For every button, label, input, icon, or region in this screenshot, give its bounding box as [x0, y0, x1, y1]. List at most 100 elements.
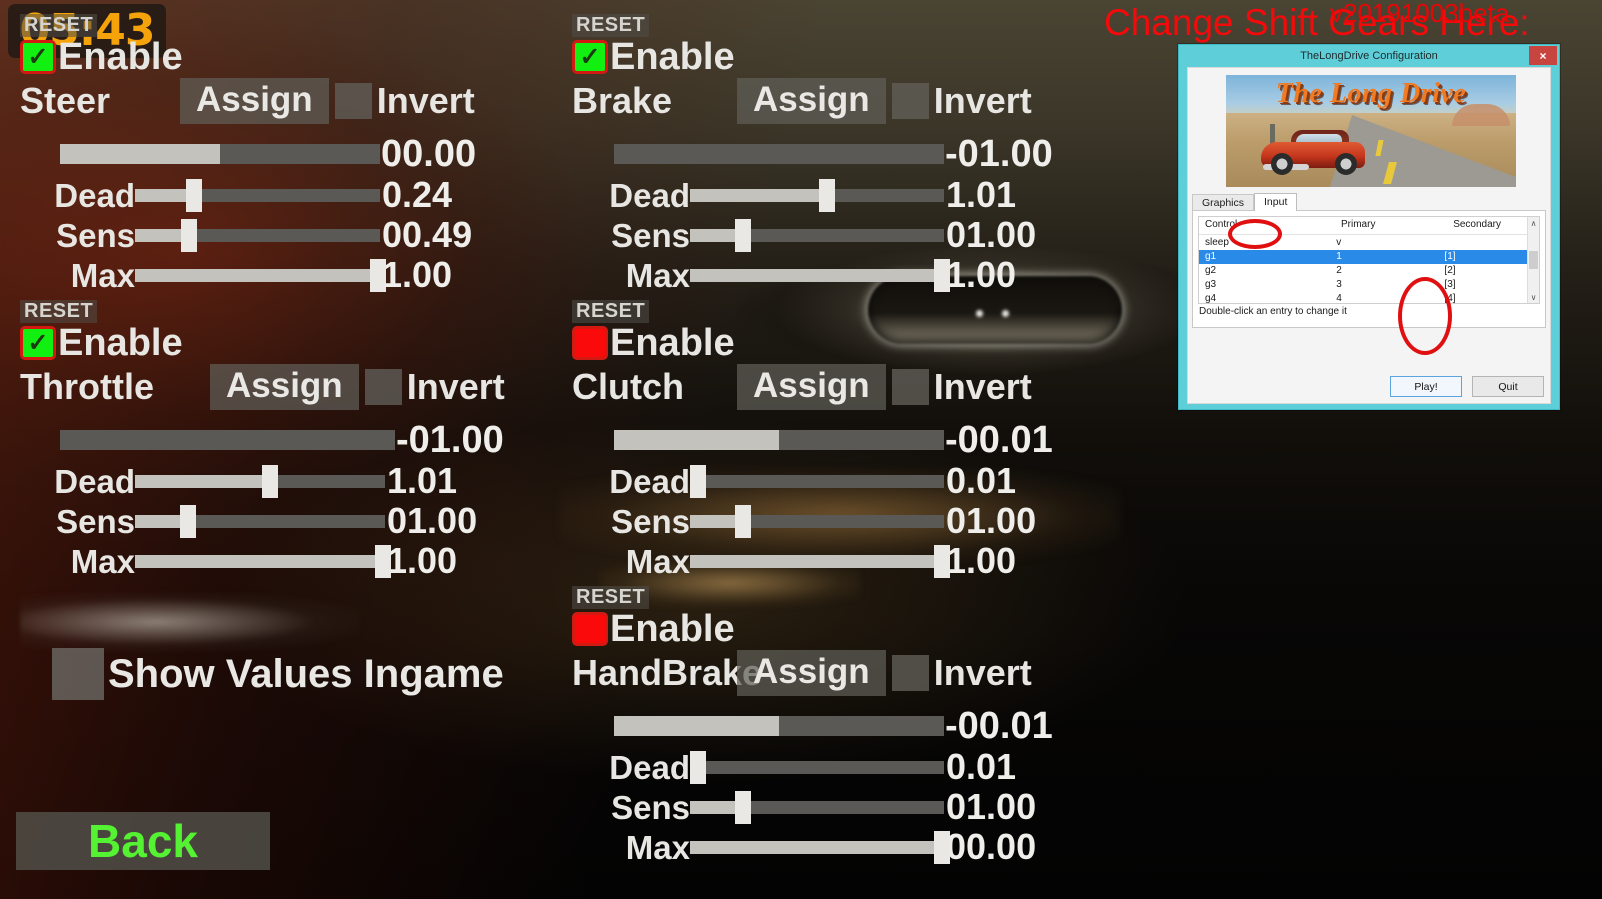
max-slider-clutch[interactable] [690, 544, 950, 578]
tab-graphics[interactable]: Graphics [1192, 193, 1255, 211]
dead-slider-brake[interactable] [690, 178, 944, 212]
dead-slider-handbrake[interactable] [690, 750, 944, 784]
control-name-handbrake: HandBrake [572, 652, 763, 693]
invert-checkbox-steer[interactable] [334, 83, 372, 119]
sens-slider-knob-handbrake[interactable] [735, 790, 752, 824]
enable-checkbox-brake[interactable]: ✓ [572, 40, 608, 74]
tab-graphics-label: Graphics [1202, 196, 1245, 209]
game-banner-image: The Long Drive [1226, 75, 1516, 187]
quit-button[interactable]: Quit [1472, 376, 1544, 397]
show-values-ingame-checkbox[interactable] [52, 648, 104, 700]
dialog-title-bar[interactable]: TheLongDrive Configuration × [1179, 45, 1559, 67]
table-row[interactable]: g1 1 [1] [1199, 250, 1527, 264]
dead-slider-knob-throttle[interactable] [262, 464, 278, 498]
tab-input[interactable]: Input [1254, 192, 1298, 211]
max-slider-knob-handbrake[interactable] [934, 830, 950, 864]
dialog-title-text: TheLongDrive Configuration [1300, 50, 1438, 62]
max-slider-knob-brake[interactable] [934, 258, 950, 292]
assign-button-handbrake[interactable]: Assign [737, 650, 886, 696]
dead-slider-knob-brake[interactable] [819, 178, 836, 212]
assign-row-steer: Steer Assign Invert [20, 78, 476, 124]
enable-checkbox-steer[interactable]: ✓ [20, 40, 56, 74]
max-value-clutch: 1.00 [946, 540, 1017, 581]
value-bar-steer [60, 144, 380, 164]
reset-button-handbrake[interactable]: RESET [572, 586, 650, 609]
column-header-primary: Primary [1341, 219, 1376, 230]
chevron-down-icon[interactable]: ∨ [1528, 291, 1539, 303]
dead-slider-clutch[interactable] [690, 464, 944, 498]
sens-slider-knob-steer[interactable] [180, 218, 197, 252]
assign-button-steer[interactable]: Assign [180, 78, 329, 124]
sens-slider-throttle[interactable] [135, 504, 385, 538]
scrollbar-thumb[interactable] [1529, 251, 1538, 269]
invert-checkbox-clutch[interactable] [891, 369, 929, 405]
close-icon[interactable]: × [1529, 46, 1557, 65]
enable-label-handbrake: Enable [610, 608, 735, 650]
assign-button-throttle[interactable]: Assign [210, 364, 359, 410]
table-scrollbar[interactable]: ∧ ∨ [1527, 217, 1539, 303]
control-group-handbrake: RESET ✓ Enable HandBrake Assign Invert -… [572, 586, 1053, 865]
max-label-steer: Max [70, 256, 135, 294]
max-slider-handbrake[interactable] [690, 830, 950, 864]
sens-slider-knob-clutch[interactable] [735, 504, 752, 538]
chevron-up-icon[interactable]: ∧ [1528, 217, 1539, 229]
dead-label-throttle: Dead [54, 462, 135, 500]
dead-slider-throttle[interactable] [135, 464, 385, 498]
enable-checkbox-handbrake[interactable]: ✓ [572, 612, 608, 646]
assign-button-clutch[interactable]: Assign [737, 364, 886, 410]
max-slider-knob-throttle[interactable] [375, 544, 391, 578]
invert-checkbox-throttle[interactable] [364, 369, 402, 405]
cell-control: g1 [1205, 251, 1217, 262]
max-slider-knob-clutch[interactable] [934, 544, 950, 578]
sens-slider-steer[interactable] [135, 218, 380, 252]
sens-slider-brake[interactable] [690, 218, 944, 252]
max-slider-steer[interactable] [135, 258, 386, 292]
input-bindings-table: Control Primary Secondary sleep v g1 1 [… [1198, 216, 1540, 304]
sens-slider-clutch[interactable] [690, 504, 944, 538]
enable-checkbox-throttle[interactable]: ✓ [20, 326, 56, 360]
configuration-dialog: TheLongDrive Configuration × The Long Dr… [1178, 44, 1560, 410]
table-header-row: Control Primary Secondary [1199, 217, 1539, 235]
assign-button-brake[interactable]: Assign [737, 78, 886, 124]
dead-slider-fill-throttle [135, 474, 270, 488]
play-button[interactable]: Play! [1390, 376, 1462, 397]
dead-slider-knob-handbrake[interactable] [690, 750, 706, 784]
sens-slider-knob-brake[interactable] [735, 218, 752, 252]
dead-value-throttle: 1.01 [387, 460, 458, 501]
dead-value-clutch: 0.01 [946, 460, 1017, 501]
invert-checkbox-brake[interactable] [891, 83, 929, 119]
invert-label-steer: Invert [376, 80, 475, 121]
reset-button-throttle[interactable]: RESET [20, 300, 98, 323]
reset-button-steer[interactable]: RESET [20, 14, 98, 37]
show-values-ingame-row[interactable]: Show Values Ingame [52, 648, 504, 700]
control-name-clutch: Clutch [572, 366, 684, 407]
invert-label-brake: Invert [933, 80, 1032, 121]
invert-checkbox-handbrake[interactable] [891, 655, 929, 691]
max-slider-throttle[interactable] [135, 544, 391, 578]
enable-row-throttle: ✓ Enable [20, 324, 505, 362]
reset-button-clutch[interactable]: RESET [572, 300, 650, 323]
max-label-throttle: Max [70, 542, 135, 580]
value-bar-fill-handbrake [614, 716, 779, 736]
max-value-brake: 1.00 [946, 254, 1017, 295]
sens-slider-handbrake[interactable] [690, 790, 944, 824]
back-button[interactable]: Back [16, 812, 270, 870]
sens-slider-knob-throttle[interactable] [179, 504, 196, 538]
dead-slider-knob-clutch[interactable] [690, 464, 706, 498]
close-icon-glyph: × [1539, 48, 1547, 63]
enable-checkbox-clutch[interactable]: ✓ [572, 326, 608, 360]
dead-slider-knob-steer[interactable] [185, 178, 202, 212]
enable-label-brake: Enable [610, 36, 735, 78]
table-row[interactable]: g4 4 [4] [1199, 292, 1527, 306]
table-row[interactable]: sleep v [1199, 236, 1527, 250]
table-row[interactable]: g2 2 [2] [1199, 264, 1527, 278]
value-readout-clutch: -00.01 [945, 419, 1053, 461]
invert-label-throttle: Invert [406, 366, 505, 407]
control-group-throttle: RESET ✓ Enable Throttle Assign Invert -0… [20, 300, 505, 579]
max-slider-knob-steer[interactable] [370, 258, 386, 292]
table-row[interactable]: g3 3 [3] [1199, 278, 1527, 292]
enable-row-brake: ✓ Enable [572, 38, 1053, 76]
reset-button-brake[interactable]: RESET [572, 14, 650, 37]
dead-slider-steer[interactable] [135, 178, 380, 212]
max-slider-brake[interactable] [690, 258, 950, 292]
